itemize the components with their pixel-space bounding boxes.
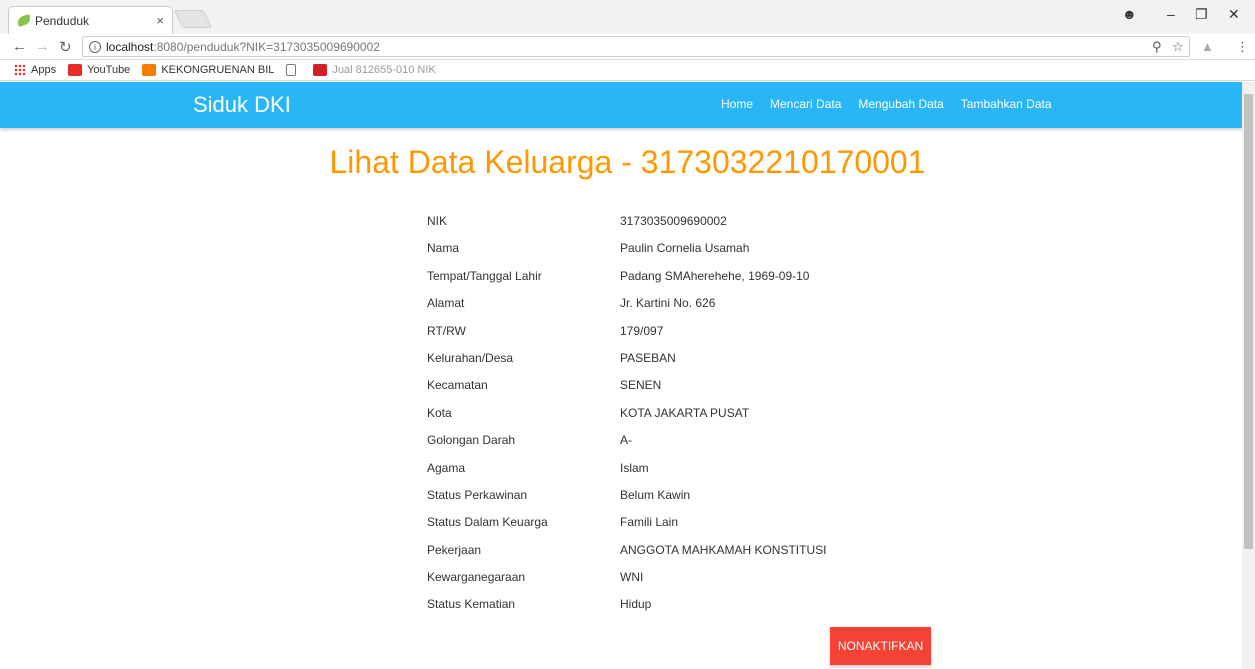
page-viewport: Siduk DKI Home Mencari Data Mengubah Dat… [0, 82, 1242, 669]
detail-value: Belum Kawin [620, 487, 691, 502]
url-path: :8080/penduduk?NIK=3173035009690002 [153, 39, 380, 54]
detail-value: Padang SMAherehehe, 1969-09-10 [620, 268, 810, 283]
detail-row: Nama Paulin Cornelia Usamah [427, 241, 920, 268]
detail-label: Status Perkawinan [427, 487, 528, 502]
bookmark-apps[interactable]: Apps [14, 64, 56, 76]
blogger-icon [142, 64, 157, 76]
new-tab-button[interactable] [173, 10, 213, 28]
detail-label: Status Dalam Keuarga [427, 515, 548, 530]
detail-label: Kota [427, 405, 452, 420]
back-icon[interactable]: ← [12, 38, 27, 55]
jd-icon [313, 64, 328, 76]
extension-icon[interactable]: ▲ [1201, 39, 1214, 54]
detail-label: Pekerjaan [427, 542, 482, 557]
detail-label: Kelurahan/Desa [427, 350, 514, 365]
page-title: Lihat Data Keluarga - 3173032210170001 [329, 144, 926, 180]
detail-label: Kewarganegaraan [427, 570, 526, 585]
nav-mengubah-data[interactable]: Mengubah Data [858, 97, 943, 111]
scrollbar[interactable] [1242, 82, 1255, 669]
reload-icon[interactable]: ↻ [59, 38, 72, 56]
detail-label: Status Kematian [427, 597, 516, 612]
page-icon [286, 64, 297, 76]
url-host: localhost [106, 39, 154, 54]
browser-menu-icon[interactable]: ⋮ [1236, 39, 1249, 55]
detail-row: Tempat/Tanggal Lahir Padang SMAherehehe, … [427, 269, 920, 296]
detail-label: Golongan Darah [427, 433, 516, 448]
nonaktifkan-button[interactable]: NONAKTIFKAN [830, 627, 931, 665]
detail-label: Tempat/Tanggal Lahir [427, 268, 542, 283]
nav-menu: Home Mencari Data Mengubah Data Tambahka… [721, 97, 1069, 111]
detail-row: Pekerjaan ANGGOTA MAHKAMAH KONSTITUSI [427, 543, 920, 570]
detail-label: Nama [427, 241, 460, 256]
detail-label: NIK [427, 214, 448, 228]
detail-value: WNI [620, 570, 644, 585]
detail-label: Agama [427, 460, 466, 475]
detail-label: Alamat [427, 296, 465, 311]
detail-label: RT/RW [427, 323, 466, 338]
detail-value: KOTA JAKARTA PUSAT [620, 405, 750, 420]
bookmark-star-icon[interactable]: ☆ [1172, 39, 1184, 55]
detail-row: Golongan Darah A- [427, 433, 920, 460]
minimize-icon[interactable]: – [1167, 6, 1175, 22]
bookmark-page[interactable] [286, 64, 301, 76]
detail-value: ANGGOTA MAHKAMAH KONSTITUSI [620, 542, 827, 557]
bookmark-kekongruenan[interactable]: KEKONGRUENAN BIL [142, 64, 274, 76]
profile-icon[interactable]: ☻ [1122, 6, 1137, 22]
detail-row: Alamat Jr. Kartini No. 626 [427, 296, 920, 323]
detail-row: Kota KOTA JAKARTA PUSAT [427, 406, 920, 433]
bookmarks-bar: Apps YouTube KEKONGRUENAN BIL Jual 81265… [0, 60, 1255, 81]
tab-title: Penduduk [35, 13, 90, 28]
detail-value: A- [620, 433, 632, 448]
detail-row: Kewarganegaraan WNI [427, 570, 920, 597]
detail-row: NIK 3173035009690002 [427, 214, 920, 241]
site-navbar: Siduk DKI Home Mencari Data Mengubah Dat… [0, 82, 1242, 128]
detail-value: PASEBAN [620, 350, 676, 365]
detail-value: Paulin Cornelia Usamah [620, 241, 750, 256]
nav-home[interactable]: Home [721, 97, 753, 111]
browser-tab[interactable]: Penduduk × [8, 6, 173, 34]
tab-close-icon[interactable]: × [156, 13, 164, 28]
detail-value: Famili Lain [620, 515, 679, 530]
detail-row: Kelurahan/Desa PASEBAN [427, 351, 920, 378]
leaf-favicon-icon [15, 13, 33, 28]
detail-row: Status Perkawinan Belum Kawin [427, 488, 920, 515]
apps-grid-icon [14, 64, 26, 76]
nav-tambahkan-data[interactable]: Tambahkan Data [961, 97, 1052, 111]
detail-value: Jr. Kartini No. 626 [620, 296, 716, 311]
detail-row: Agama Islam [427, 461, 920, 488]
detail-row: Kecamatan SENEN [427, 378, 920, 405]
detail-value: Islam [620, 460, 649, 475]
detail-value: 179/097 [620, 323, 664, 338]
detail-row: Status Dalam Keuarga Famili Lain [427, 515, 920, 542]
address-bar-row: ← → ↻ i localhost:8080/penduduk?NIK=3173… [0, 34, 1255, 60]
zoom-icon[interactable]: ⚲ [1152, 39, 1162, 55]
restore-icon[interactable]: ❐ [1195, 6, 1208, 23]
brand-logo[interactable]: Siduk DKI [193, 92, 291, 118]
youtube-icon [68, 64, 83, 76]
window-close-icon[interactable]: ✕ [1228, 6, 1240, 23]
detail-row: RT/RW 179/097 [427, 324, 920, 351]
browser-tab-bar: Penduduk × ☻ – ❐ ✕ [0, 0, 1255, 34]
detail-value: Hidup [620, 597, 652, 612]
forward-icon[interactable]: → [35, 38, 50, 55]
detail-label: Kecamatan [427, 378, 488, 393]
detail-table: NIK 3173035009690002 Nama Paulin Cornelia U… [427, 214, 920, 625]
nav-mencari-data[interactable]: Mencari Data [770, 97, 841, 111]
bookmark-youtube[interactable]: YouTube [68, 64, 130, 76]
detail-row: Status Kematian Hidup [427, 597, 920, 624]
url-field[interactable]: i localhost:8080/penduduk?NIK=3173035009… [82, 36, 1190, 57]
detail-value: 3173035009690002 [620, 214, 727, 228]
site-info-icon[interactable]: i [89, 40, 101, 53]
detail-value: SENEN [620, 378, 662, 393]
scrollbar-thumb[interactable] [1244, 94, 1253, 549]
bookmark-jual[interactable]: Jual 812655-010 NIK [313, 64, 436, 76]
